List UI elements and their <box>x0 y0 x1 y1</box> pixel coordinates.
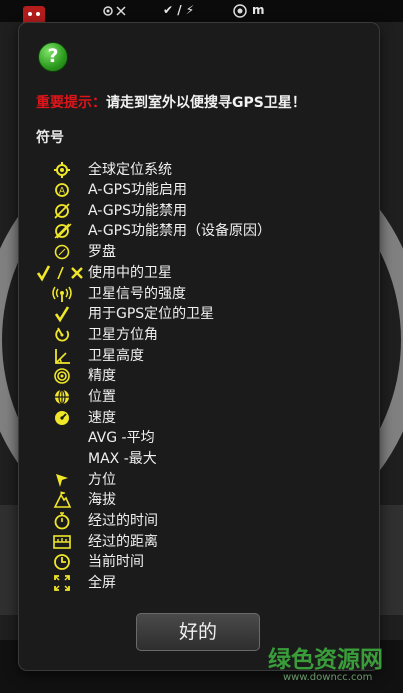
list-item: 精度 <box>19 366 379 386</box>
clock-icon <box>54 554 70 570</box>
list-item-label: A-GPS功能禁用（设备原因） <box>88 223 272 239</box>
ruler-icon <box>53 535 71 549</box>
fullscreen-icon <box>54 575 70 591</box>
agps-disabled-device-icon <box>54 223 72 239</box>
accuracy-status-icon <box>233 4 247 18</box>
list-item: 卫星高度 <box>19 346 379 366</box>
list-item: 位置 <box>19 387 379 407</box>
elevation-icon <box>55 349 70 364</box>
list-item: AVG -平均 <box>19 428 379 448</box>
list-item-label: 当前时间 <box>88 554 144 570</box>
list-item-label: MAX -最大 <box>88 451 157 467</box>
list-item-label: 卫星信号的强度 <box>88 286 186 302</box>
altitude-icon <box>53 491 72 508</box>
list-item-label: 全球定位系统 <box>88 162 172 178</box>
agps-disabled-icon <box>54 203 70 219</box>
list-item: 卫星信号的强度 <box>19 284 379 304</box>
list-item: 全屏 <box>19 573 379 593</box>
svg-text:A: A <box>59 187 66 197</box>
symbols-heading: 符号 <box>36 130 64 146</box>
warning-text: 请走到室外以便搜寻GPS卫星！ <box>106 95 306 111</box>
list-item: 全球定位系统 <box>19 160 379 180</box>
list-item-label: 位置 <box>88 389 116 405</box>
list-item-label: 卫星方位角 <box>88 327 158 343</box>
warning-label: 重要提示： <box>36 95 106 111</box>
list-item-label: 卫星高度 <box>88 348 144 364</box>
gps-target-icon <box>54 162 70 178</box>
globe-icon <box>55 389 69 405</box>
list-item: 速度 <box>19 408 379 428</box>
list-item-label: 经过的距离 <box>88 534 158 550</box>
question-icon: ? <box>38 42 68 72</box>
list-item-label: 使用中的卫星 <box>88 265 172 281</box>
list-item: 方位 <box>19 470 379 490</box>
satellite-status-icon <box>103 6 126 16</box>
list-item: 经过的距离 <box>19 532 379 552</box>
agps-enabled-icon: A <box>55 183 69 197</box>
gps-indicator: ✔ / ⚡ <box>163 3 195 17</box>
list-item-label: A-GPS功能启用 <box>88 182 188 198</box>
unit-label: m <box>252 3 265 17</box>
list-item-label: 罗盘 <box>88 244 116 260</box>
checkmark-icon <box>54 306 70 323</box>
list-item: 海拔 <box>19 490 379 510</box>
list-item: 经过的时间 <box>19 511 379 531</box>
list-item-label: AVG -平均 <box>88 430 155 446</box>
list-item: 使用中的卫星 <box>19 263 379 283</box>
stopwatch-icon <box>54 512 70 530</box>
warning-message: 重要提示：请走到室外以便搜寻GPS卫星！ <box>36 92 366 112</box>
list-item-label: 速度 <box>88 410 116 426</box>
status-bar: ✔ / ⚡ m <box>0 0 403 26</box>
list-item: MAX -最大 <box>19 449 379 469</box>
list-item-label: 全屏 <box>88 575 116 591</box>
list-item: A-GPS功能禁用 <box>19 201 379 221</box>
bearing-icon <box>56 474 68 487</box>
list-item-label: 方位 <box>88 472 116 488</box>
satellite-in-use-icon <box>36 265 83 282</box>
list-item: A-GPS功能禁用（设备原因） <box>19 221 379 241</box>
accuracy-icon <box>54 368 70 384</box>
list-item: A A-GPS功能启用 <box>19 180 379 200</box>
azimuth-icon <box>55 327 70 342</box>
list-item-label: A-GPS功能禁用 <box>88 203 188 219</box>
watermark-url: www.downcc.com <box>283 672 373 683</box>
list-item: 用于GPS定位的卫星 <box>19 304 379 324</box>
list-item-label: 经过的时间 <box>88 513 158 529</box>
compass-icon <box>54 244 70 260</box>
list-item: 卫星方位角 <box>19 325 379 345</box>
list-item: 罗盘 <box>19 242 379 262</box>
list-item: 当前时间 <box>19 552 379 572</box>
signal-strength-icon <box>52 286 72 302</box>
ok-button[interactable]: 好的 <box>136 613 260 651</box>
list-item-label: 海拔 <box>88 492 116 508</box>
list-item-label: 精度 <box>88 368 116 384</box>
watermark: 绿色资源网 <box>268 647 383 673</box>
list-item-label: 用于GPS定位的卫星 <box>88 306 215 322</box>
symbols-dialog: ? 重要提示：请走到室外以便搜寻GPS卫星！ 符号 全球定位系统 A A-GPS… <box>19 23 379 670</box>
speedometer-icon <box>55 411 69 425</box>
